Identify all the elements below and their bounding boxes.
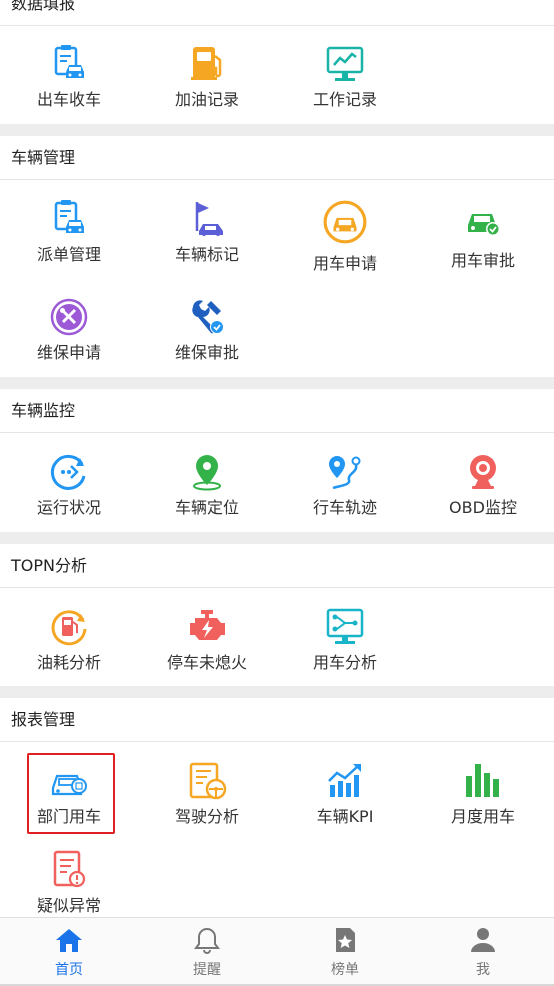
grid-item-label: 用车分析 xyxy=(312,653,377,672)
grid-item-label: 工作记录 xyxy=(312,90,377,109)
grid-item-vehicle-mark[interactable]: 车辆标记 xyxy=(138,199,276,269)
grid-item-dispatch-return[interactable]: 出车收车 xyxy=(0,44,138,114)
grid-item-label: 油耗分析 xyxy=(36,653,101,672)
ranking-icon xyxy=(336,928,355,952)
grid-item-label: 用车审批 xyxy=(450,251,515,270)
section-divider xyxy=(0,377,554,389)
grid-item-label: 加油记录 xyxy=(174,90,239,109)
grid-item-suspected-anomaly[interactable]: 疑似异常 xyxy=(0,850,138,916)
location-pin-icon xyxy=(193,455,221,491)
section-divider xyxy=(0,124,554,136)
grid-item-label: 运行状况 xyxy=(36,498,101,517)
grid-item-monthly-usage[interactable]: 月度用车 xyxy=(414,761,552,831)
grid-item-maintenance-approval[interactable]: 维保审批 xyxy=(138,297,276,367)
grid-item-label: 车辆KPI xyxy=(316,807,374,826)
tab-reminder[interactable]: 提醒 xyxy=(138,918,276,986)
tab-label: 榜单 xyxy=(331,962,359,978)
grid-item-label: 驾驶分析 xyxy=(174,807,239,826)
network-board-icon xyxy=(326,608,364,644)
grid-item-dispatch-management[interactable]: 派单管理 xyxy=(0,199,138,269)
grid-item-label: 行车轨迹 xyxy=(312,498,377,517)
grid-item-usage-analysis[interactable]: 用车分析 xyxy=(276,607,414,677)
section-title: 车辆管理 xyxy=(11,148,76,167)
monitor-chart-icon xyxy=(326,46,364,81)
grid-item-vehicle-kpi[interactable]: 车辆KPI xyxy=(276,761,414,831)
bell-icon xyxy=(194,927,220,954)
section-title: 报表管理 xyxy=(11,710,76,729)
car-clipboard-icon xyxy=(54,45,84,78)
grid-item-label: 维保审批 xyxy=(174,343,239,362)
tab-home[interactable]: 首页 xyxy=(0,918,138,986)
grid-item-driving-track[interactable]: 行车轨迹 xyxy=(276,452,414,522)
section-divider xyxy=(0,532,554,544)
section-header-vehicle-monitoring: 车辆监控 xyxy=(0,389,554,433)
grid-item-idle-parking[interactable]: 停车未熄火 xyxy=(138,607,276,677)
grid-item-label: 出车收车 xyxy=(36,90,101,109)
grid-item-label: 派单管理 xyxy=(36,245,101,264)
bar-chart-icon xyxy=(466,764,499,797)
report-alert-icon xyxy=(53,850,86,888)
tab-me[interactable]: 我 xyxy=(414,918,552,986)
grid-item-maintenance-request[interactable]: 维保申请 xyxy=(0,297,138,367)
car-circle-icon xyxy=(323,200,367,244)
grid-item-label: 疑似异常 xyxy=(36,896,101,915)
status-circle-icon xyxy=(50,454,86,490)
home-icon xyxy=(56,929,82,952)
grid-item-fuel-analysis[interactable]: 油耗分析 xyxy=(0,607,138,677)
grid-item-fuel-record[interactable]: 加油记录 xyxy=(138,44,276,114)
car-check-icon xyxy=(468,214,500,236)
section-header-report-management: 报表管理 xyxy=(0,698,554,742)
tab-label: 首页 xyxy=(55,962,83,978)
tab-ranking[interactable]: 榜单 xyxy=(276,918,414,986)
fuel-circle-icon xyxy=(51,610,87,646)
section-divider xyxy=(0,686,554,698)
section-header-data-entry: 数据填报 xyxy=(0,0,554,26)
section-title: TOPN分析 xyxy=(11,556,87,575)
grid-item-vehicle-request[interactable]: 用车申请 xyxy=(276,199,414,277)
grid-item-label: 月度用车 xyxy=(450,807,515,826)
obd-camera-icon xyxy=(470,455,496,489)
bottom-tab-bar: 首页 提醒 榜单 我 xyxy=(0,917,554,986)
grid-item-driving-analysis[interactable]: 驾驶分析 xyxy=(138,761,276,831)
section-header-topn-analysis: TOPN分析 xyxy=(0,544,554,588)
engine-warning-icon xyxy=(190,610,225,640)
car-flag-icon xyxy=(195,202,223,236)
driving-report-icon xyxy=(189,762,227,800)
grid-item-running-status[interactable]: 运行状况 xyxy=(0,452,138,522)
tab-label: 提醒 xyxy=(193,962,221,978)
grid-item-label: 车辆标记 xyxy=(174,245,239,264)
tools-circle-icon xyxy=(50,298,88,336)
selection-highlight xyxy=(27,753,115,834)
tab-label: 我 xyxy=(476,962,490,978)
car-clipboard-icon xyxy=(54,200,84,233)
fuel-pump-icon xyxy=(191,47,222,80)
grid-item-label: OBD监控 xyxy=(449,498,517,517)
wrench-check-icon xyxy=(192,300,224,334)
user-icon xyxy=(471,928,495,952)
section-header-vehicle-management: 车辆管理 xyxy=(0,136,554,180)
grid-item-vehicle-location[interactable]: 车辆定位 xyxy=(138,452,276,522)
grid-item-work-record[interactable]: 工作记录 xyxy=(276,44,414,114)
grid-item-label: 用车申请 xyxy=(312,254,377,273)
grid-item-label: 车辆定位 xyxy=(174,498,239,517)
section-title: 数据填报 xyxy=(11,0,76,13)
grid-item-label: 停车未熄火 xyxy=(166,653,247,672)
grid-item-obd-monitor[interactable]: OBD监控 xyxy=(414,452,552,522)
grid-item-vehicle-approval[interactable]: 用车审批 xyxy=(414,199,552,270)
grid-item-label: 维保申请 xyxy=(36,343,101,362)
route-track-icon xyxy=(329,456,361,490)
section-title: 车辆监控 xyxy=(11,401,76,420)
kpi-chart-icon xyxy=(328,764,361,797)
